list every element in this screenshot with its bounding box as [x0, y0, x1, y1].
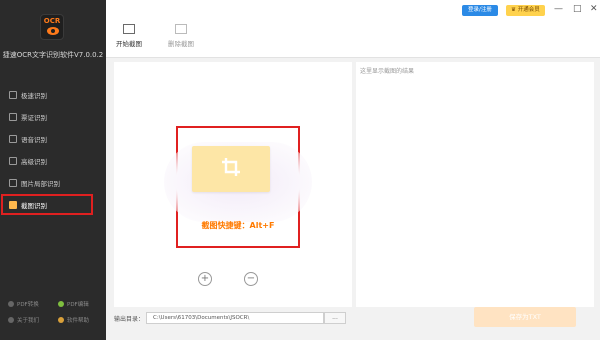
pdf-convert-label: PDF转换	[17, 302, 39, 308]
vip-button[interactable]: ♛ 开通会员	[506, 5, 545, 16]
pdf-edit-label: PDF编辑	[67, 302, 89, 308]
zoom-out-button[interactable]: −	[244, 272, 258, 286]
pdf-edit-link[interactable]: PDF编辑	[58, 300, 104, 308]
help-label: 软件帮助	[67, 318, 90, 324]
sidebar-item-advanced-recognition[interactable]: 高级识别	[0, 150, 106, 171]
shortcut-hint: 截图快捷键：Alt+F	[201, 221, 275, 230]
output-dir-label: 输出目录：	[114, 316, 145, 323]
minimize-button[interactable]: —	[554, 4, 563, 14]
about-label: 关于我们	[17, 318, 40, 324]
pdf-edit-icon	[58, 301, 64, 307]
save-txt-button[interactable]: 保存为TXT	[474, 307, 576, 327]
logo-text: OCR	[43, 17, 61, 25]
sidebar-item-label: 截图识别	[21, 201, 47, 210]
crop-icon	[222, 158, 240, 176]
crown-icon: ♛	[511, 7, 518, 13]
document-scan-icon	[9, 90, 17, 99]
browse-button[interactable]: ...	[324, 312, 346, 324]
delete-capture-label: 删除截图	[168, 40, 194, 48]
sidebar-item-label: 高级识别	[21, 157, 47, 166]
sidebar-item-label: 图片局部识别	[21, 179, 60, 188]
login-button[interactable]: 登录/注册	[462, 5, 498, 16]
capture-card	[192, 146, 270, 192]
about-link[interactable]: 关于我们	[8, 316, 58, 324]
start-capture-label: 开始截图	[116, 40, 142, 48]
sidebar-item-label: 票证识别	[21, 113, 47, 122]
voice-icon	[9, 134, 17, 143]
output-path-field[interactable]: C:\Users\61703\Documents\JSOCR\	[146, 312, 324, 324]
screenshot-icon	[9, 200, 17, 209]
sidebar-item-voice-recognition[interactable]: 语音识别	[0, 128, 106, 149]
app-title: 捷速OCR文字识别软件V7.0.0.2	[2, 51, 104, 59]
delete-capture-icon	[175, 24, 187, 34]
delete-capture-button[interactable]: 删除截图	[168, 24, 194, 48]
pdf-convert-link[interactable]: PDF转换	[8, 300, 58, 308]
toolbar: 开始截图 删除截图 登录/注册 ♛ 开通会员 — □ ✕	[106, 0, 600, 58]
sidebar-item-ticket-recognition[interactable]: 票证识别	[0, 106, 106, 127]
about-icon	[8, 317, 14, 323]
help-link[interactable]: 软件帮助	[58, 316, 104, 324]
start-capture-button[interactable]: 开始截图	[116, 24, 142, 48]
sidebar-item-fast-recognition[interactable]: 极速识别	[0, 84, 106, 105]
vip-label: 开通会员	[517, 7, 540, 13]
image-region-icon	[9, 178, 17, 187]
app-logo: OCR	[40, 14, 64, 40]
sidebar-item-image-region-recognition[interactable]: 图片局部识别	[0, 172, 106, 193]
capture-area[interactable]: 截图快捷键：Alt+F	[164, 126, 312, 248]
main-content: 截图快捷键：Alt+F + − 这里显示截图的结果 输出目录： C:\Users…	[106, 58, 600, 340]
result-panel[interactable]: 这里显示截图的结果	[356, 62, 594, 307]
sidebar-menu: 极速识别 票证识别 语音识别 高级识别 图片局部识别 截图识别	[0, 84, 106, 216]
sidebar-item-label: 语音识别	[21, 135, 47, 144]
sidebar-item-label: 极速识别	[21, 91, 47, 100]
maximize-button[interactable]: □	[573, 4, 582, 14]
eye-icon	[47, 27, 59, 35]
sidebar: OCR 捷速OCR文字识别软件V7.0.0.2 极速识别 票证识别 语音识别 高…	[0, 0, 106, 340]
close-button[interactable]: ✕	[590, 4, 598, 14]
help-icon	[58, 317, 64, 323]
result-placeholder: 这里显示截图的结果	[360, 68, 415, 75]
capture-icon	[123, 24, 135, 34]
sidebar-item-screenshot-recognition[interactable]: 截图识别	[1, 194, 93, 215]
zoom-in-button[interactable]: +	[198, 272, 212, 286]
pdf-convert-icon	[8, 301, 14, 307]
ticket-icon	[9, 112, 17, 121]
sidebar-bottom-links: PDF转换 PDF编辑 关于我们 软件帮助	[8, 300, 104, 324]
advanced-icon	[9, 156, 17, 165]
capture-panel: 截图快捷键：Alt+F + −	[114, 62, 352, 307]
